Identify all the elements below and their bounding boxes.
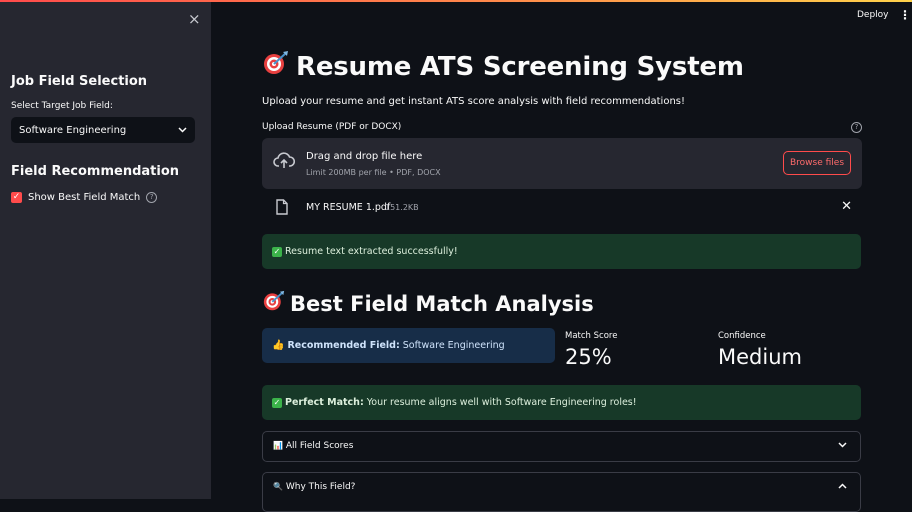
select-label: Select Target Job Field:	[11, 101, 113, 111]
deploy-button[interactable]: Deploy	[857, 10, 889, 20]
uploaded-file-row: MY RESUME 1.pdf 151.2KB ✕	[276, 199, 852, 217]
show-best-field-checkbox[interactable]: ✓	[11, 192, 22, 203]
cloud-upload-icon	[273, 152, 296, 174]
match-score-value: 25%	[565, 345, 612, 369]
perfect-match-text: Your resume aligns well with Software En…	[366, 397, 637, 408]
target-dart-icon	[262, 290, 286, 317]
select-value: Software Engineering	[19, 124, 127, 136]
confidence-value: Medium	[718, 345, 802, 369]
sidebar: × Job Field Selection Select Target Job …	[0, 2, 211, 499]
recommended-value: Software Engineering	[402, 340, 505, 351]
main-menu-icon[interactable]: ⋮	[899, 8, 911, 22]
analysis-heading-text: Best Field Match Analysis	[290, 291, 594, 316]
magnifier-icon: 🔍	[273, 482, 283, 491]
perfect-match-alert: ✓ Perfect Match: Your resume aligns well…	[262, 385, 861, 420]
recommended-label: Recommended Field:	[287, 340, 400, 351]
show-best-field-checkbox-row[interactable]: ✓ Show Best Field Match ?	[11, 192, 158, 203]
expander-scores-label: All Field Scores	[285, 441, 354, 451]
match-score-label: Match Score	[565, 331, 618, 341]
upload-help-icon[interactable]: ?	[851, 122, 862, 133]
chevron-down-icon	[178, 125, 187, 136]
success-text: Resume text extracted successfully!	[285, 246, 458, 257]
expander-title: 📊 All Field Scores	[273, 441, 353, 451]
page-title: Resume ATS Screening System	[262, 50, 744, 83]
file-name: MY RESUME 1.pdf	[306, 202, 391, 213]
remove-file-icon[interactable]: ✕	[841, 199, 852, 214]
help-icon[interactable]: ?	[146, 192, 158, 203]
chevron-down-icon	[838, 440, 847, 451]
field-recommendation-heading: Field Recommendation	[11, 164, 180, 179]
chevron-up-icon	[838, 481, 847, 492]
check-mark-icon: ✓	[272, 397, 282, 408]
recommended-field-info: 👍 Recommended Field: Software Engineerin…	[262, 328, 555, 363]
job-field-select[interactable]: Software Engineering	[11, 117, 195, 143]
close-sidebar-icon[interactable]: ×	[188, 10, 201, 28]
job-field-heading: Job Field Selection	[11, 74, 148, 89]
file-icon	[276, 199, 288, 219]
dropzone-title: Drag and drop file here	[306, 151, 423, 162]
perfect-match-label: Perfect Match:	[285, 397, 364, 408]
check-mark-icon: ✓	[272, 246, 282, 257]
why-this-field-expander[interactable]: 🔍 Why This Field?	[262, 472, 861, 512]
all-field-scores-expander[interactable]: 📊 All Field Scores	[262, 431, 861, 462]
subtitle: Upload your resume and get instant ATS s…	[262, 96, 685, 107]
browse-files-button[interactable]: Browse files	[783, 151, 851, 175]
file-size: 151.2KB	[385, 203, 419, 212]
thumbs-up-icon: 👍	[272, 340, 285, 351]
expander-why-label: Why This Field?	[285, 482, 356, 492]
bar-chart-icon: 📊	[273, 441, 283, 450]
checkbox-label: Show Best Field Match	[28, 192, 141, 203]
file-dropzone[interactable]: Drag and drop file here Limit 200MB per …	[262, 138, 862, 189]
upload-label: Upload Resume (PDF or DOCX)	[262, 122, 402, 132]
success-alert: ✓ Resume text extracted successfully!	[262, 234, 861, 269]
expander-title: 🔍 Why This Field?	[273, 482, 355, 492]
target-dart-icon	[262, 50, 290, 83]
confidence-label: Confidence	[718, 331, 766, 341]
title-text: Resume ATS Screening System	[296, 51, 744, 82]
analysis-heading: Best Field Match Analysis	[262, 290, 594, 317]
dropzone-limit: Limit 200MB per file • PDF, DOCX	[306, 168, 441, 177]
